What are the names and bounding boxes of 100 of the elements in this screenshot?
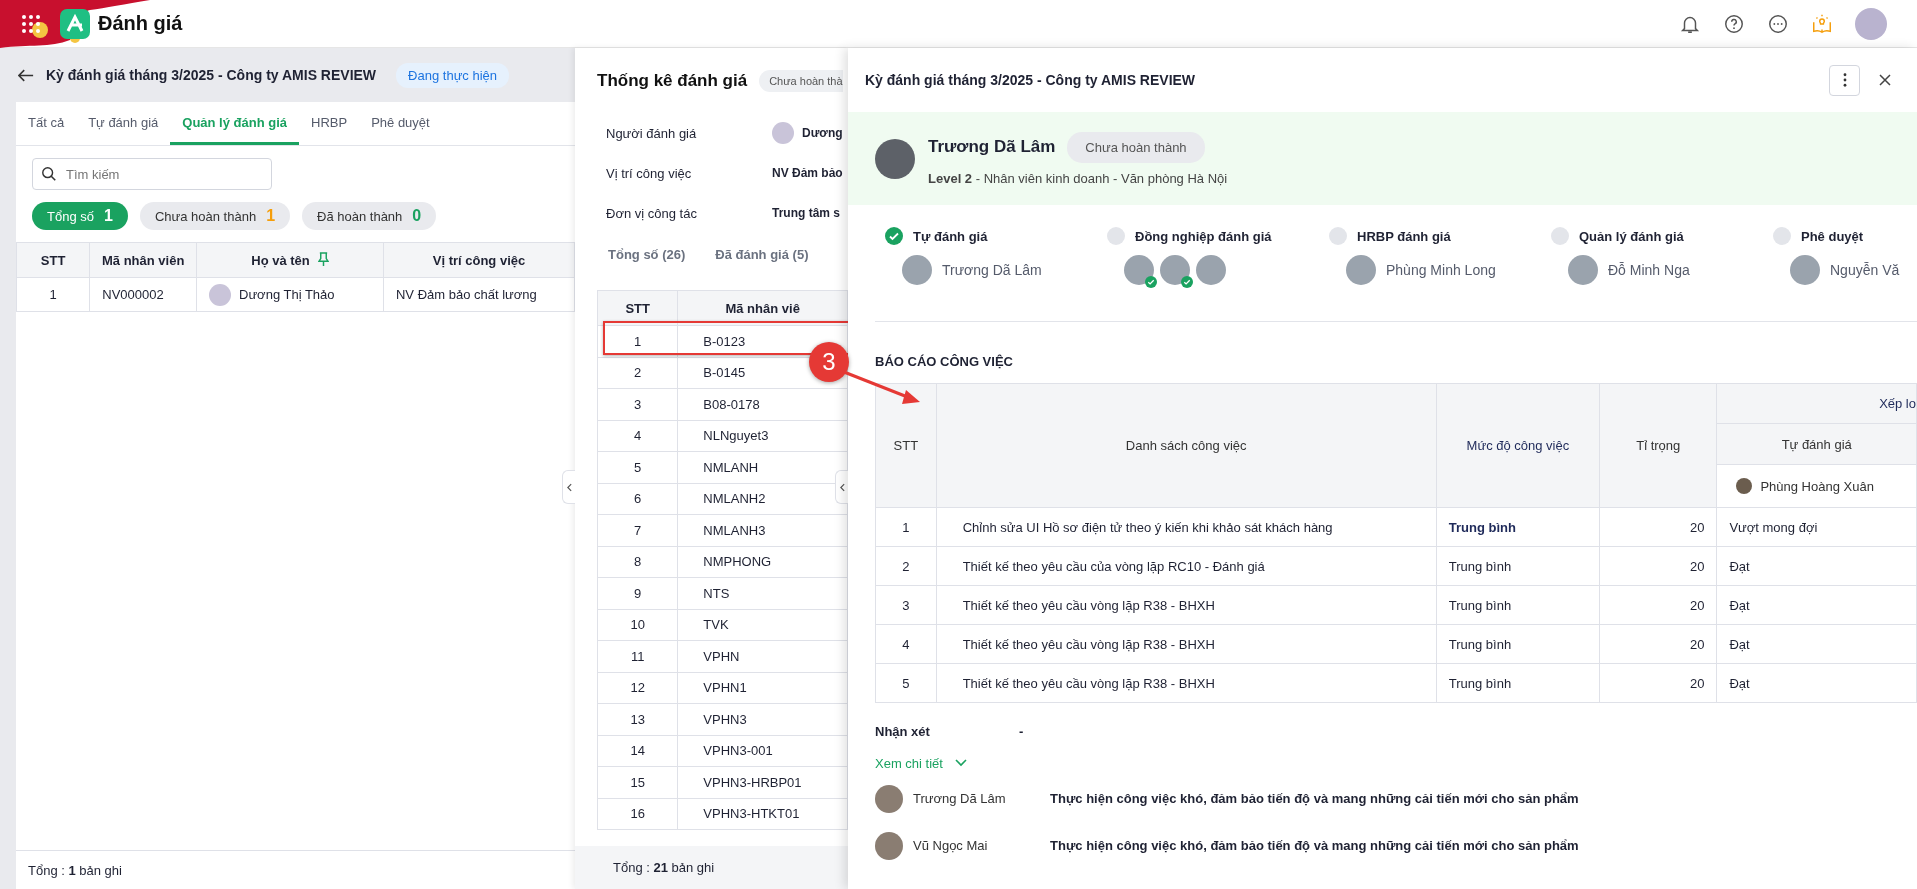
table-cell: VPHN3-HTKT01 [677,798,848,830]
tab[interactable]: Phê duyệt [359,102,442,145]
table-cell: NTS [677,577,848,609]
remark-value: - [1019,723,1024,739]
table-cell: Thiết kế theo yêu cầu của vòng lặp RC10 - Đánh giá [936,546,1437,586]
employee-avatar [209,283,232,306]
close-icon[interactable] [1879,74,1891,86]
column-header: STT [875,383,937,508]
table-cell: Trung bình [1436,507,1600,547]
tab[interactable]: Tất cả [16,102,77,145]
chevron-left-icon [839,482,845,492]
reviewer-name: Trương Dã Lâm [942,262,1042,278]
table-cell: 4 [597,420,678,452]
table-cell: 14 [597,735,678,767]
status-badge: Chưa hoàn thà [759,69,843,92]
reviewer-name: Đỗ Minh Nga [1608,262,1690,278]
collapse-button[interactable] [835,470,848,504]
comment-text: Thực hiện công việc khó, đảm bảo tiến độ và mang những cải tiến mới cho sản phẩm [1050,838,1579,853]
check-badge-icon [1145,276,1157,288]
table-cell: 3 [597,388,678,420]
table-cell: Trung bình [1436,663,1600,703]
evaluation-period-title: Kỳ đánh giá tháng 3/2025 - Công ty AMIS REVIEW [46,67,377,83]
step-label: HRBP đánh giá [1357,228,1451,244]
table-cell: 1 [875,507,937,547]
status-badge: Chưa hoàn thành [1067,131,1205,163]
table-cell: Đạt [1716,546,1917,586]
table-cell: VPHN3 [677,703,848,735]
table-cell: 12 [597,672,678,704]
column-header: Danh sách công việc [936,383,1437,508]
table-cell: 2 [597,357,678,389]
employee-details: Level 2 - Nhân viên kinh doanh - Văn phòng Hà Nội [928,170,1228,186]
table-cell: Thiết kế theo yêu cầu vòng lặp R38 - BHXH [936,585,1437,625]
table-cell: Thiết kế theo yêu cầu vòng lặp R38 - BHXH [936,624,1437,664]
tab[interactable]: Tổng số (26) [608,246,686,262]
table-cell: 20 [1599,585,1717,625]
back-arrow-icon[interactable] [18,68,34,82]
tab[interactable]: HRBP [299,102,360,145]
collapse-button[interactable] [562,470,575,504]
field-value: NV Đảm bảo [772,166,843,180]
comment-text: Thực hiện công việc khó, đảm bảo tiến độ và mang những cải tiến mới cho sản phẩm [1050,791,1579,806]
column-header: STT [597,290,678,326]
step-label: Đồng nghiệp đánh giá [1135,228,1272,244]
table-cell: 5 [875,663,937,703]
reviewer-name: Nguyễn Vă [1830,262,1900,278]
pin-icon[interactable] [317,252,329,267]
record-count: Tổng : 21 bản ghi [613,860,715,875]
tab[interactable]: Đã đánh giá (5) [715,246,809,262]
table-cell: 20 [1599,624,1717,664]
table-cell: Trung bình [1436,624,1600,664]
table-cell: 3 [875,585,937,625]
app-grid-icon[interactable] [22,14,40,33]
more-options-icon[interactable] [1767,12,1789,35]
table-cell: Chỉnh sửa UI Hồ sơ điện tử theo ý kiến khi khảo sát khách hàng [936,507,1437,547]
step-label: Tự đánh giá [913,228,988,244]
table-cell: NV Đảm bảo chất lương [383,277,575,312]
commenter-name: Vũ Ngọc Mai [913,838,989,853]
reviewer-name: Phùng Minh Long [1386,262,1496,278]
employee-name: Trương Dã Lâm [928,137,1056,157]
table-cell: 13 [597,703,678,735]
table-cell: 1 [597,325,678,357]
table-cell: VPHN3-001 [677,735,848,767]
filter-chip[interactable]: Chưa hoàn thành 1 [139,202,291,230]
table-cell: Vượt mong đợi [1716,507,1917,547]
table-cell: 20 [1599,663,1717,703]
table-cell: 16 [597,798,678,830]
field-label: Người đánh giá [606,125,698,141]
field-value: Trung tâm s [772,206,840,220]
table-cell: NMPHONG [677,546,848,578]
column-header: Họ và tên [196,242,384,278]
help-icon[interactable] [1723,12,1745,35]
commenter-name: Trương Dã Lâm [913,791,1007,806]
table-cell: Trung bình [1436,585,1600,625]
reviewer-avatar [772,122,794,144]
vertical-dots-icon [1842,73,1847,87]
tab[interactable]: Tự đánh giá [76,102,171,145]
employee-avatar [875,138,915,179]
table-cell: 8 [597,546,678,578]
table-cell: 11 [597,640,678,672]
table-cell: 6 [597,483,678,515]
table-cell: TVK [677,609,848,641]
section-title: BÁO CÁO CÔNG VIỆC [875,353,1014,371]
app-logo-icon [60,8,90,39]
search-icon [41,166,57,182]
table-cell: 7 [597,514,678,546]
table-cell: Đạt [1716,663,1917,703]
table-cell: 15 [597,766,678,798]
commenter-avatar [875,831,903,860]
table-cell: 10 [597,609,678,641]
table-cell: 1 [16,277,90,312]
panel-title: Thống kê đánh giá [597,70,748,91]
table-cell: NV000002 [89,277,197,312]
filter-chip[interactable]: Đã hoàn thành 0 [302,202,437,230]
step-label: Phê duyệt [1801,228,1864,244]
table-cell: NLNguyet3 [677,420,848,452]
rater-avatar [1736,478,1753,494]
chevron-left-icon [566,482,572,492]
table-cell: VPHN1 [677,672,848,704]
search-field[interactable]: Tìm kiếm [32,158,272,190]
column-header: Tỉ trọng [1599,383,1717,508]
column-header: Mức độ công việc [1436,383,1600,508]
